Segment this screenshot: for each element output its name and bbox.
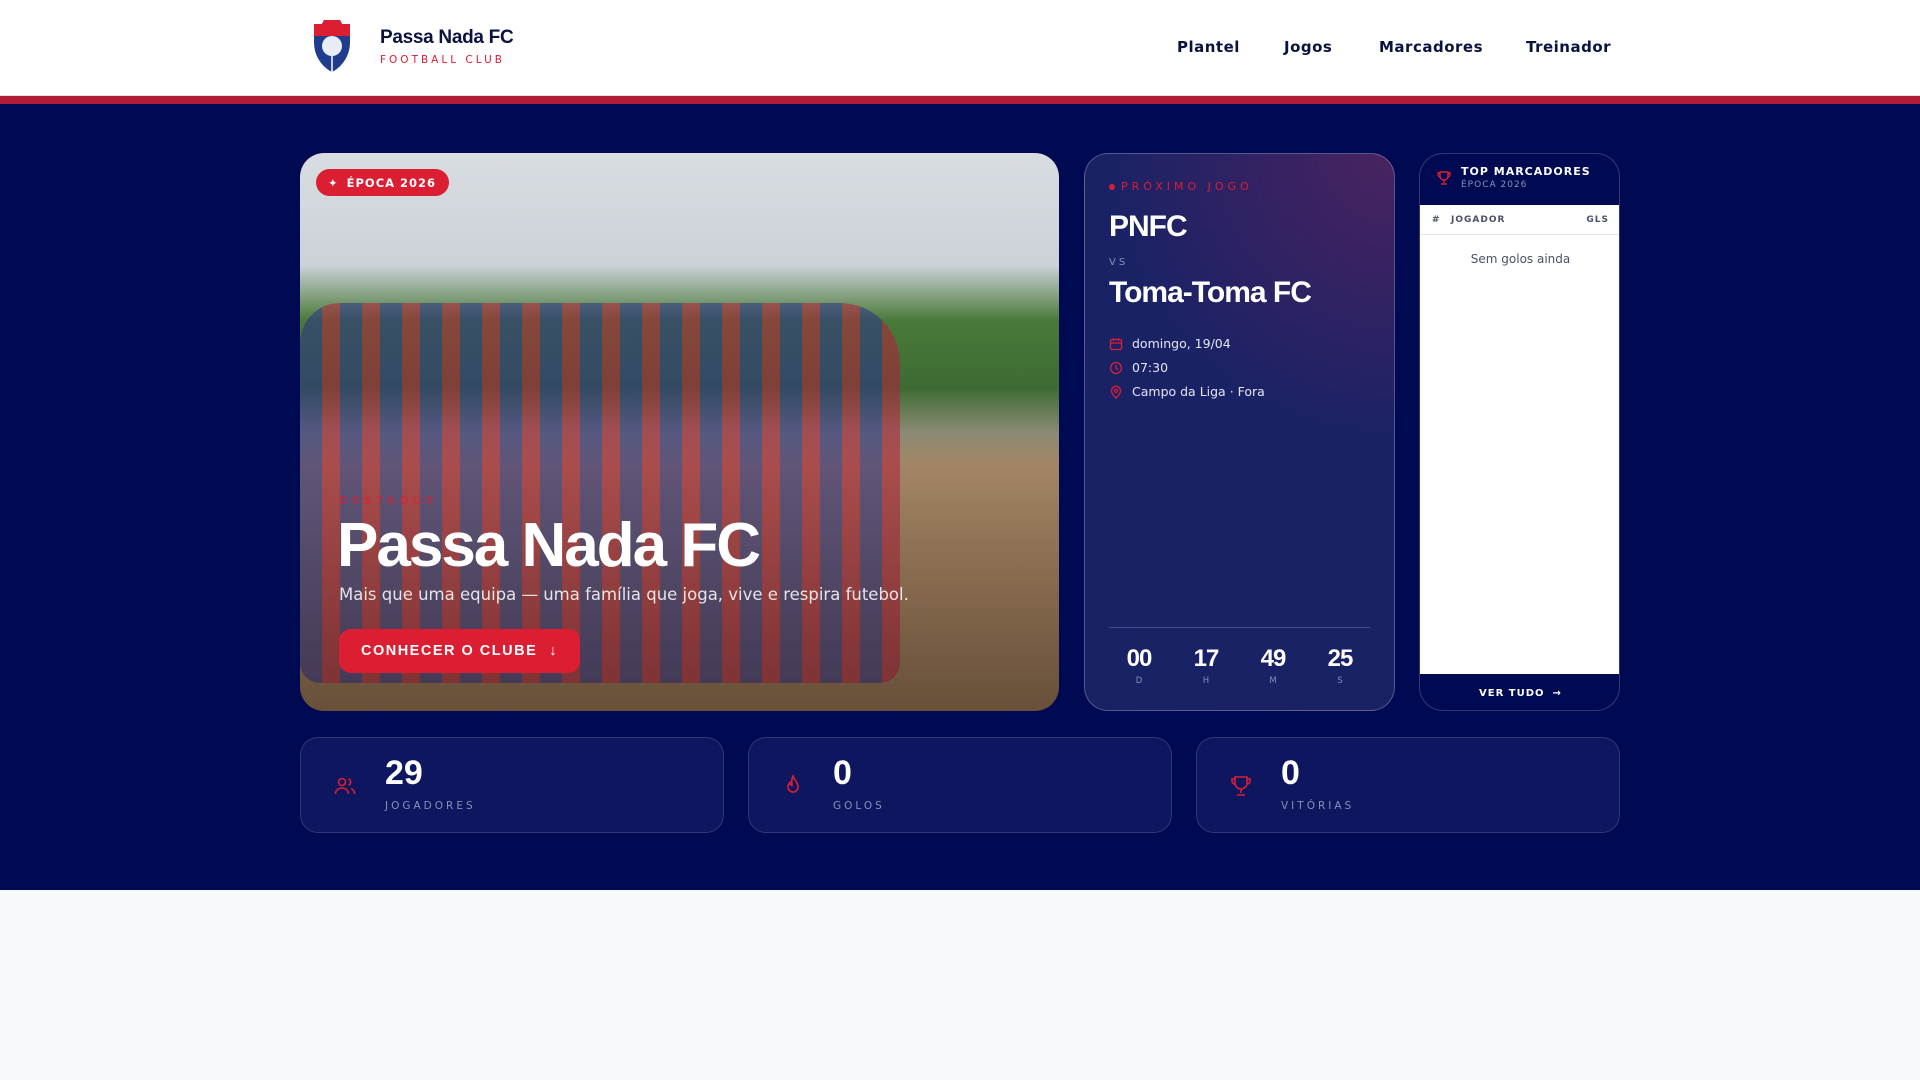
next-match-label: PRÓXIMO JOGO (1121, 180, 1253, 193)
countdown-minutes: 49 M (1260, 645, 1287, 686)
users-icon (334, 777, 356, 795)
match-time: 07:30 (1109, 360, 1168, 375)
arrow-right-icon: → (1552, 687, 1562, 699)
site-header: Passa Nada FC FOOTBALL CLUB Plantel Jogo… (0, 0, 1920, 96)
trophy-icon (1231, 776, 1251, 796)
stat-wins: 0 VITÓRIAS (1196, 737, 1620, 833)
trophy-icon (1437, 170, 1451, 185)
nav-jogos[interactable]: Jogos (1284, 38, 1332, 56)
hero-title: Passa Nada FC (337, 511, 761, 580)
hero-card: ✦ ÉPOCA 2026 DESTAQUE Passa Nada FC Mais… (300, 153, 1059, 711)
see-all-button[interactable]: VER TUDO → (1420, 674, 1619, 710)
season-badge: ✦ ÉPOCA 2026 (316, 169, 450, 196)
brand-title[interactable]: Passa Nada FC (380, 27, 514, 49)
arrow-down-icon: ↓ (549, 643, 558, 659)
match-venue: Campo da Liga · Fora (1109, 384, 1265, 399)
clock-icon (1109, 361, 1123, 374)
top-scorers-title: TOP MARCADORES (1461, 165, 1591, 178)
countdown-seconds: 25 S (1327, 645, 1354, 686)
stat-goals: 0 GOLOS (748, 737, 1172, 833)
nav-plantel[interactable]: Plantel (1177, 38, 1240, 56)
stat-players: 29 JOGADORES (300, 737, 724, 833)
nav-treinador[interactable]: Treinador (1526, 38, 1611, 56)
countdown-hours: 17 H (1193, 645, 1220, 686)
countdown-days: 00 D (1126, 645, 1153, 686)
top-scorers-card: TOP MARCADORES ÉPOCA 2026 # JOGADOR GLS S… (1419, 153, 1620, 711)
vs-label: VS (1109, 257, 1129, 268)
header-stripe (0, 96, 1920, 104)
calendar-icon (1109, 337, 1123, 350)
next-match-card: PRÓXIMO JOGO PNFC VS Toma-Toma FC doming… (1084, 153, 1395, 711)
flame-icon (787, 774, 799, 793)
location-pin-icon (1110, 385, 1122, 399)
hero-eyebrow: DESTAQUE (339, 494, 439, 507)
live-dot-icon (1109, 183, 1115, 190)
nav-marcadores[interactable]: Marcadores (1379, 38, 1483, 56)
know-club-button[interactable]: CONHECER O CLUBE ↓ (339, 629, 580, 673)
away-team: Toma-Toma FC (1109, 276, 1312, 309)
match-date: domingo, 19/04 (1109, 336, 1231, 351)
top-scorers-season: ÉPOCA 2026 (1461, 180, 1528, 190)
sparkle-icon: ✦ (328, 175, 339, 190)
club-crest-logo[interactable] (312, 18, 352, 74)
empty-state: Sem golos ainda (1470, 252, 1571, 266)
hero-subtitle: Mais que uma equipa — uma família que jo… (339, 585, 909, 604)
scorers-table: # JOGADOR GLS Sem golos ainda (1420, 205, 1619, 674)
table-header: # JOGADOR GLS (1420, 205, 1619, 235)
home-team: PNFC (1109, 210, 1188, 243)
brand-subtitle: FOOTBALL CLUB (380, 54, 505, 66)
